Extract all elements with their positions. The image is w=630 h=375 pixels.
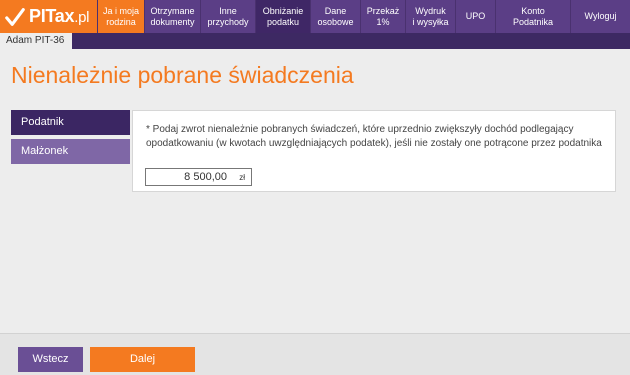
sidebar-item-malzonek[interactable]: Małżonek bbox=[11, 139, 130, 164]
nav-item-wydruk-i-wysylka[interactable]: Wydruk i wysyłka bbox=[405, 0, 455, 33]
next-button[interactable]: Dalej bbox=[90, 347, 195, 372]
nav-item-upo[interactable]: UPO bbox=[455, 0, 495, 33]
sub-navigation: Adam PIT-36 bbox=[0, 33, 630, 49]
page-title: Nienależnie pobrane świadczenia bbox=[11, 62, 354, 88]
logo-text: PITax.pl bbox=[29, 6, 90, 26]
amount-value: 8 500,00 bbox=[184, 171, 227, 183]
footer-bar: Wstecz Dalej bbox=[0, 333, 630, 375]
nav-item-otrzymane-dokumenty[interactable]: Otrzymane dokumenty bbox=[144, 0, 200, 33]
form-panel: * Podaj zwrot nienależnie pobranych świa… bbox=[132, 110, 616, 192]
top-navigation: PITax.pl Ja i moja rodzina Otrzymane dok… bbox=[0, 0, 630, 33]
nav-item-dane-osobowe[interactable]: Dane osobowe bbox=[310, 0, 360, 33]
check-logo-icon bbox=[5, 7, 25, 26]
nav-item-inne-przychody[interactable]: Inne przychody bbox=[200, 0, 255, 33]
nav-item-przekaz-1[interactable]: Przekaż 1% bbox=[360, 0, 405, 33]
logo[interactable]: PITax.pl bbox=[0, 0, 97, 33]
sidebar-item-podatnik[interactable]: Podatnik bbox=[11, 110, 130, 135]
nav-item-obnizanie-podatku[interactable]: Obniżanie podatku bbox=[255, 0, 310, 33]
nav-item-konto-podatnika[interactable]: Konto Podatnika bbox=[495, 0, 570, 33]
question-text: * Podaj zwrot nienależnie pobranych świa… bbox=[146, 124, 602, 149]
back-button[interactable]: Wstecz bbox=[18, 347, 83, 372]
nav-item-ja-i-moja-rodzina[interactable]: Ja i moja rodzina bbox=[97, 0, 144, 33]
person-menu: Podatnik Małżonek bbox=[11, 110, 130, 168]
currency-unit: zł bbox=[239, 173, 245, 182]
nav-item-wyloguj[interactable]: Wyloguj bbox=[570, 0, 630, 33]
tab-adam-pit36[interactable]: Adam PIT-36 bbox=[0, 33, 72, 49]
amount-input[interactable]: 8 500,00 zł bbox=[145, 168, 252, 186]
